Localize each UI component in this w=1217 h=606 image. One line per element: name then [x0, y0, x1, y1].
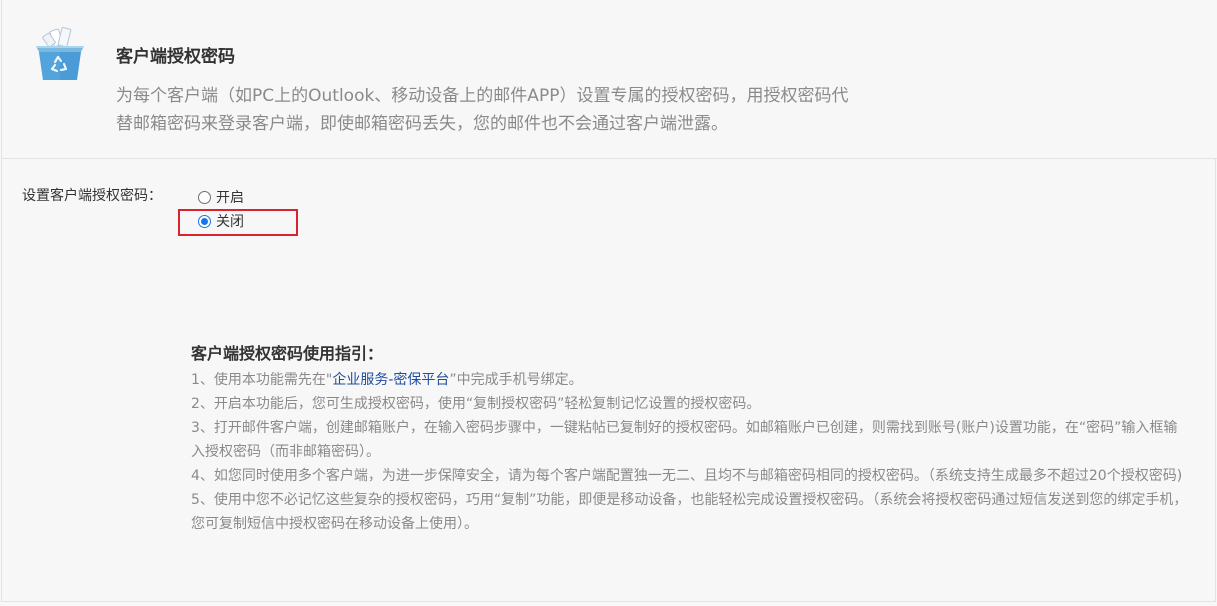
guide-item-5: 5、使用中您不必记忆这些复杂的授权密码，巧用“复制”功能，即便是移动设备，也能轻… — [191, 492, 1188, 532]
page-title: 客户端授权密码 — [116, 47, 235, 67]
guide-item-1-suffix: ”中完成手机号绑定。 — [449, 372, 583, 388]
setting-label: 设置客户端授权密码： — [22, 188, 162, 204]
settings-panel: 客户端授权密码 为每个客户端（如PC上的Outlook、移动设备上的邮件APP）… — [1, 0, 1217, 602]
page-description: 为每个客户端（如PC上的Outlook、移动设备上的邮件APP）设置专属的授权密… — [116, 86, 849, 134]
page: 客户端授权密码 为每个客户端（如PC上的Outlook、移动设备上的邮件APP）… — [0, 0, 1217, 606]
radio-option-enable[interactable]: 开启 — [198, 187, 244, 207]
highlight-annotation-box — [178, 209, 298, 236]
guide-title: 客户端授权密码使用指引： — [191, 344, 384, 363]
header-section: 客户端授权密码 为每个客户端（如PC上的Outlook、移动设备上的邮件APP）… — [2, 0, 1217, 159]
radio-enable-label[interactable]: 开启 — [216, 187, 244, 207]
recycle-box-icon — [30, 24, 90, 84]
guide-item-1: 1、使用本功能需先在"企业服务-密保平台”中完成手机号绑定。 — [191, 368, 1191, 392]
usage-guide: 客户端授权密码使用指引： 1、使用本功能需先在"企业服务-密保平台”中完成手机号… — [191, 340, 1191, 536]
enterprise-service-link[interactable]: 企业服务-密保平台 — [332, 372, 449, 388]
radio-enable-button[interactable] — [198, 190, 211, 204]
guide-item-4: 4、如您同时使用多个客户端，为进一步保障安全，请为每个客户端配置独一无二、且均不… — [191, 468, 1183, 484]
guide-item-1-prefix: 1、使用本功能需先在" — [191, 372, 333, 388]
guide-item-3: 3、打开邮件客户端，创建邮箱账户，在输入密码步骤中，一键粘帖已复制好的授权密码。… — [191, 420, 1178, 460]
guide-item-2: 2、开启本功能后，您可生成授权密码，使用“复制授权密码”轻松复制记忆设置的授权密… — [191, 396, 761, 412]
